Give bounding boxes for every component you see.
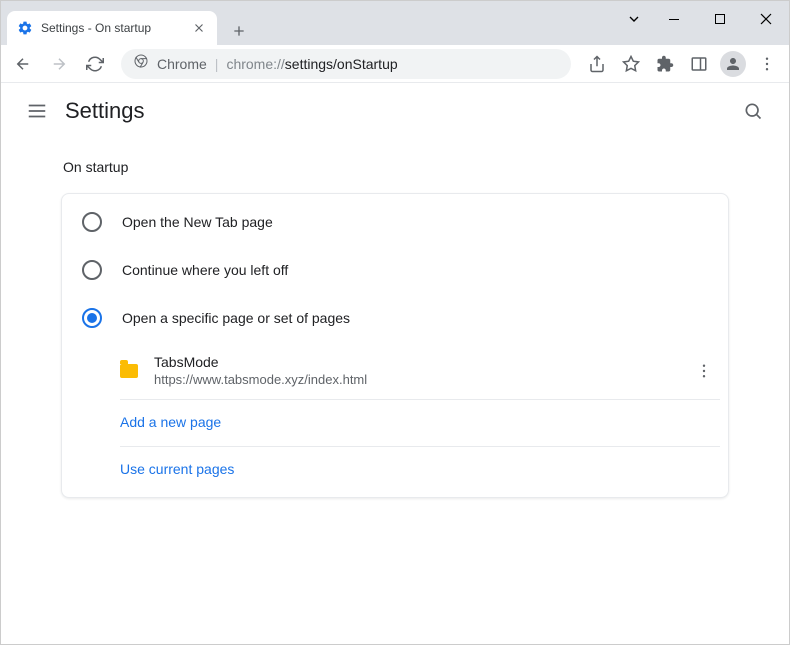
- startup-page-entry: TabsMode https://www.tabsmode.xyz/index.…: [120, 342, 720, 400]
- profile-avatar[interactable]: [717, 48, 749, 80]
- reload-button[interactable]: [79, 48, 111, 80]
- sidepanel-icon[interactable]: [683, 48, 715, 80]
- radio-label: Continue where you left off: [122, 262, 288, 278]
- chevron-down-icon[interactable]: [617, 1, 651, 37]
- startup-card: Open the New Tab page Continue where you…: [61, 193, 729, 498]
- page-url: https://www.tabsmode.xyz/index.html: [154, 372, 672, 387]
- use-current-pages-link[interactable]: Use current pages: [120, 447, 720, 493]
- content: PCrisk.com Settings On startup Open the …: [1, 83, 789, 644]
- radio-specific-page[interactable]: Open a specific page or set of pages: [62, 294, 728, 342]
- tab-strip: Settings - On startup: [1, 1, 253, 45]
- chrome-icon: [133, 53, 149, 74]
- page-body: On startup Open the New Tab page Continu…: [1, 159, 789, 498]
- page-name: TabsMode: [154, 354, 672, 370]
- add-new-page-link[interactable]: Add a new page: [120, 400, 720, 447]
- maximize-button[interactable]: [697, 1, 743, 37]
- page-info: TabsMode https://www.tabsmode.xyz/index.…: [154, 354, 672, 387]
- toolbar: Chrome | chrome://settings/onStartup: [1, 45, 789, 83]
- back-button[interactable]: [7, 48, 39, 80]
- gear-icon: [17, 20, 33, 36]
- forward-button[interactable]: [43, 48, 75, 80]
- radio-label: Open the New Tab page: [122, 214, 273, 230]
- tab-title: Settings - On startup: [41, 21, 183, 35]
- url-text: Chrome | chrome://settings/onStartup: [157, 56, 398, 72]
- new-tab-button[interactable]: [225, 17, 253, 45]
- bookmark-star-icon[interactable]: [615, 48, 647, 80]
- radio-icon: [82, 308, 102, 328]
- omnibox[interactable]: Chrome | chrome://settings/onStartup: [121, 49, 571, 79]
- radio-icon: [82, 212, 102, 232]
- hamburger-icon[interactable]: [17, 91, 57, 131]
- minimize-button[interactable]: [651, 1, 697, 37]
- more-options-icon[interactable]: [688, 355, 720, 387]
- window-controls: [617, 1, 789, 37]
- share-icon[interactable]: [581, 48, 613, 80]
- folder-icon: [120, 364, 138, 378]
- close-window-button[interactable]: [743, 1, 789, 37]
- radio-new-tab[interactable]: Open the New Tab page: [62, 198, 728, 246]
- radio-continue[interactable]: Continue where you left off: [62, 246, 728, 294]
- app-header: Settings: [1, 83, 789, 139]
- toolbar-right: [581, 48, 783, 80]
- radio-label: Open a specific page or set of pages: [122, 310, 350, 326]
- section-title: On startup: [63, 159, 729, 175]
- radio-icon: [82, 260, 102, 280]
- close-tab-icon[interactable]: [191, 20, 207, 36]
- menu-dots-icon[interactable]: [751, 48, 783, 80]
- titlebar: Settings - On startup: [1, 1, 789, 45]
- search-icon[interactable]: [733, 91, 773, 131]
- page-title: Settings: [65, 98, 145, 124]
- browser-tab[interactable]: Settings - On startup: [7, 11, 217, 45]
- startup-pages: TabsMode https://www.tabsmode.xyz/index.…: [120, 342, 720, 493]
- extensions-icon[interactable]: [649, 48, 681, 80]
